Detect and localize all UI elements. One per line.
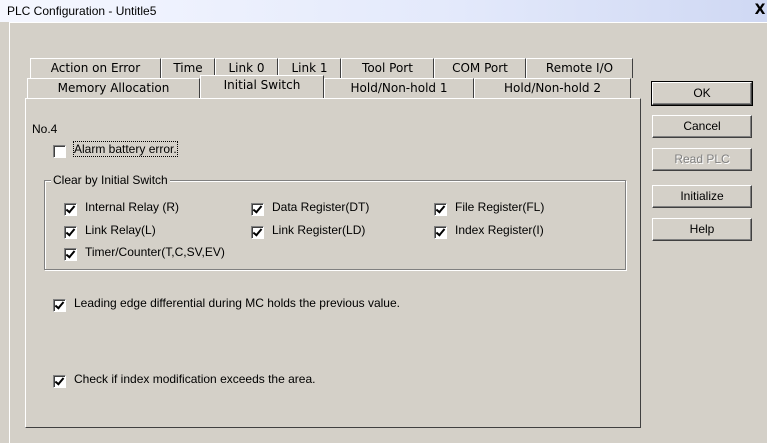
- leading-edge-checkbox[interactable]: [53, 299, 66, 312]
- tab-label: Initial Switch: [223, 78, 301, 92]
- internal-relay-label[interactable]: Internal Relay (R): [85, 200, 179, 214]
- help-button-label: Help: [689, 222, 715, 236]
- clear-by-initial-switch-group: Clear by Initial Switch Internal Relay (…: [44, 173, 626, 270]
- tab-label: Link 0: [228, 61, 265, 75]
- tab-label: Memory Allocation: [57, 81, 170, 95]
- tab-label: Remote I/O: [545, 61, 614, 75]
- index-register-checkbox[interactable]: [434, 226, 447, 239]
- tab-label: Link 1: [291, 61, 328, 75]
- file-register-label[interactable]: File Register(FL): [455, 200, 544, 214]
- read-plc-button-label: Read PLC: [674, 152, 730, 166]
- tab-action-on-error[interactable]: Action on Error: [30, 58, 161, 78]
- tab-label: Hold/Non-hold 2: [504, 81, 601, 95]
- index-register-label[interactable]: Index Register(I): [455, 223, 544, 237]
- tab-hold-non-hold-1[interactable]: Hold/Non-hold 1: [324, 78, 474, 98]
- number-label: No.4: [32, 122, 58, 136]
- link-register-label[interactable]: Link Register(LD): [272, 223, 365, 237]
- ok-button[interactable]: OK: [651, 81, 753, 106]
- data-register-label[interactable]: Data Register(DT): [272, 200, 369, 214]
- tab-label: Hold/Non-hold 1: [350, 81, 448, 95]
- initial-switch-panel: No.4 Alarm battery error. Clear by Initi…: [25, 98, 641, 428]
- help-button[interactable]: Help: [652, 218, 752, 241]
- window-title: PLC Configuration - Untitle5: [7, 4, 157, 18]
- close-icon[interactable]: X: [751, 2, 767, 19]
- tab-initial-switch[interactable]: Initial Switch: [200, 75, 324, 98]
- tab-remote-io[interactable]: Remote I/O: [526, 58, 633, 78]
- tab-hold-non-hold-2[interactable]: Hold/Non-hold 2: [474, 78, 631, 98]
- read-plc-button[interactable]: Read PLC: [652, 148, 752, 171]
- link-register-checkbox[interactable]: [251, 226, 264, 239]
- cancel-button-label: Cancel: [683, 119, 721, 133]
- file-register-checkbox[interactable]: [434, 203, 447, 216]
- ok-button-label: OK: [693, 86, 711, 100]
- group-title: Clear by Initial Switch: [51, 173, 170, 187]
- tab-label: Tool Port: [362, 61, 413, 75]
- initialize-button-label: Initialize: [680, 189, 724, 203]
- tab-com-port[interactable]: COM Port: [434, 58, 526, 78]
- tab-memory-allocation[interactable]: Memory Allocation: [27, 78, 200, 98]
- cancel-button[interactable]: Cancel: [652, 115, 752, 138]
- internal-relay-checkbox[interactable]: [64, 203, 77, 216]
- timer-counter-checkbox[interactable]: [64, 248, 77, 261]
- tab-label: Action on Error: [50, 61, 141, 75]
- link-relay-label[interactable]: Link Relay(L): [85, 223, 156, 237]
- link-relay-checkbox[interactable]: [64, 226, 77, 239]
- leading-edge-label[interactable]: Leading edge differential during MC hold…: [74, 296, 400, 310]
- data-register-checkbox[interactable]: [251, 203, 264, 216]
- tab-label: COM Port: [452, 61, 508, 75]
- check-index-checkbox[interactable]: [53, 375, 66, 388]
- check-index-label[interactable]: Check if index modification exceeds the …: [74, 372, 315, 386]
- alarm-battery-label[interactable]: Alarm battery error.: [73, 141, 178, 157]
- timer-counter-label[interactable]: Timer/Counter(T,C,SV,EV): [85, 245, 225, 259]
- tab-label: Time: [173, 61, 203, 75]
- alarm-battery-checkbox[interactable]: [53, 145, 66, 158]
- tab-tool-port[interactable]: Tool Port: [341, 58, 434, 78]
- initialize-button[interactable]: Initialize: [652, 185, 752, 208]
- title-bar: PLC Configuration - Untitle5 X: [0, 0, 767, 22]
